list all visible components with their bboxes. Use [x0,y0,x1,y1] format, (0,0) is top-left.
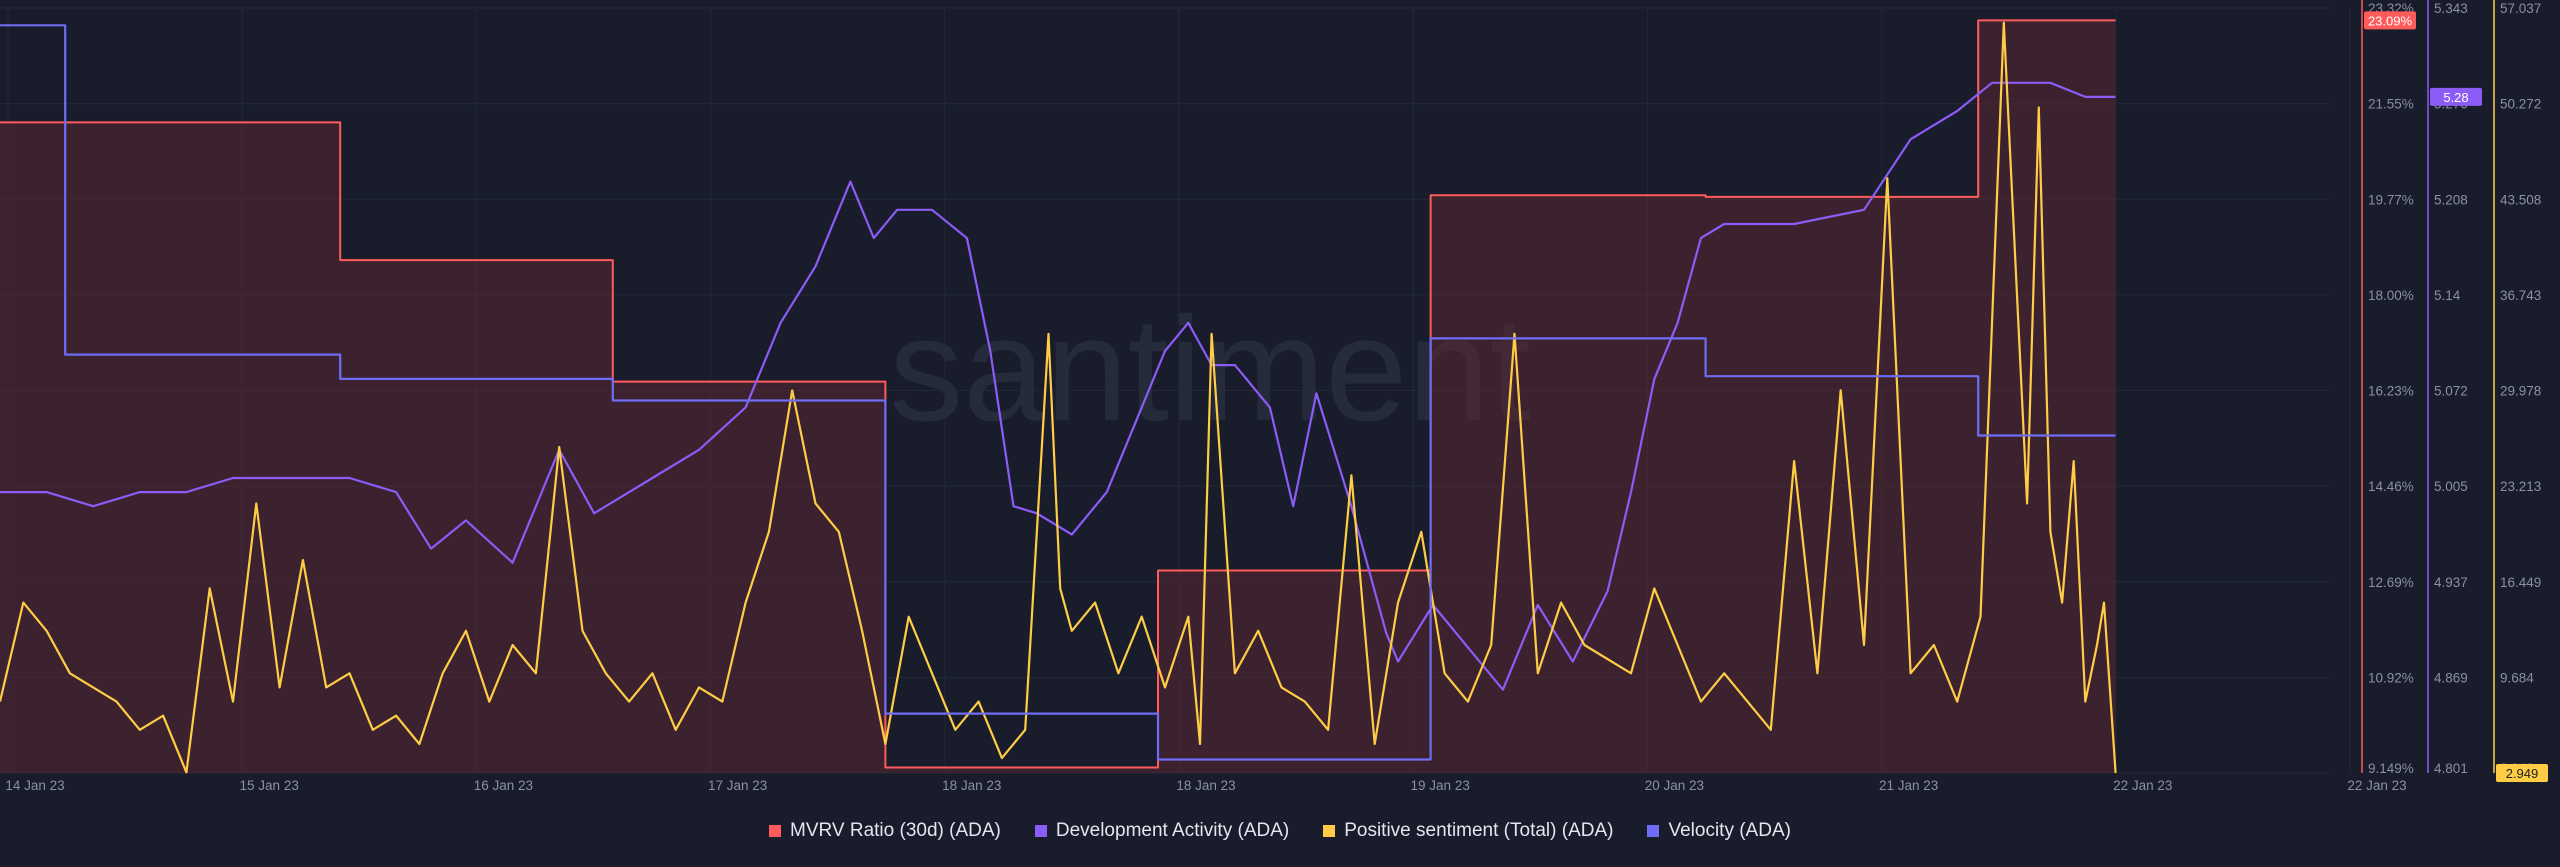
y-tick-label: 36.743 [2500,288,2541,303]
legend: MVRV Ratio (30d) (ADA) Development Activ… [0,820,2560,842]
y-tick-label: 12.69% [2368,575,2414,590]
y-tick-label: 9.684 [2500,670,2534,685]
legend-label-mvrv: MVRV Ratio (30d) (ADA) [790,820,1001,841]
y-tick-label: 5.208 [2434,192,2468,207]
y-tick-label: 5.072 [2434,384,2468,399]
y-tick-label: 57.037 [2500,1,2541,16]
x-tick-label: 20 Jan 23 [1645,778,1704,793]
y-tick-label: 16.449 [2500,575,2541,590]
x-tick-label: 14 Jan 23 [5,778,64,793]
x-tick-label: 21 Jan 23 [1879,778,1938,793]
y-tick-label: 10.92% [2368,670,2414,685]
legend-item-sentiment[interactable]: Positive sentiment (Total) (ADA) [1323,820,1613,842]
y-tick-label: 4.869 [2434,670,2468,685]
y-axis-mvrv: 23.32%21.55%19.77%18.00%16.23%14.46%12.6… [2368,1,2414,776]
y-tick-label: 5.343 [2434,1,2468,16]
y-tick-label: 21.55% [2368,97,2414,112]
y-tick-label: 18.00% [2368,288,2414,303]
legend-item-velocity[interactable]: Velocity (ADA) [1647,820,1791,842]
badge-dev-text: 5.28 [2443,90,2468,105]
y-tick-label: 43.508 [2500,192,2541,207]
x-tick-label: 22 Jan 23 [2347,778,2406,793]
y-tick-label: 50.272 [2500,97,2541,112]
x-tick-label: 17 Jan 23 [708,778,767,793]
x-tick-label: 18 Jan 23 [942,778,1001,793]
x-tick-label: 15 Jan 23 [240,778,299,793]
x-axis: 14 Jan 23 15 Jan 23 16 Jan 23 17 Jan 23 18 J… [5,778,2406,793]
y-tick-label: 9.149% [2368,761,2414,776]
y-tick-label: 23.213 [2500,479,2541,494]
x-tick-label: 16 Jan 23 [474,778,533,793]
legend-swatch-dev-activity [1034,825,1047,837]
y-tick-label: 19.77% [2368,192,2414,207]
y-tick-label: 4.937 [2434,575,2468,590]
legend-label-velocity: Velocity (ADA) [1668,820,1791,841]
y-axis-sent: 57.037 50.272 43.508 36.743 29.978 23.213 16.4… [2500,1,2541,776]
y-tick-label: 29.978 [2500,384,2541,399]
y-tick-label: 4.801 [2434,761,2468,776]
x-tick-label: 18 Jan 23 [1176,778,1235,793]
legend-swatch-sentiment [1323,825,1336,837]
legend-swatch-velocity [1647,825,1660,837]
y-axis-dev: 5.3435.2765.2085.145.0725.0054.9374.8694… [2434,1,2468,776]
badge-mvrv: 23.09% [2364,11,2416,30]
legend-swatch-mvrv [769,825,782,837]
y-tick-label: 5.14 [2434,288,2461,303]
y-tick-label: 16.23% [2368,384,2414,399]
badge-sent-text: 2.949 [2506,766,2539,781]
badge-sent: 2.949 [2496,764,2548,782]
x-tick-label: 22 Jan 23 [2113,778,2172,793]
legend-label-sentiment: Positive sentiment (Total) (ADA) [1344,820,1614,841]
badge-dev: 5.28 [2430,87,2482,106]
y-tick-label: 14.46% [2368,479,2414,494]
legend-item-dev-activity[interactable]: Development Activity (ADA) [1034,820,1290,842]
chart-canvas: santiment23.32%21.55%19.77%18.00%16.23%1… [0,0,2548,793]
legend-item-mvrv[interactable]: MVRV Ratio (30d) (ADA) [769,820,1001,842]
legend-label-dev-activity: Development Activity (ADA) [1055,820,1290,841]
y-tick-label: 5.005 [2434,479,2468,494]
x-tick-label: 19 Jan 23 [1411,778,1470,793]
badge-mvrv-text: 23.09% [2368,13,2413,28]
